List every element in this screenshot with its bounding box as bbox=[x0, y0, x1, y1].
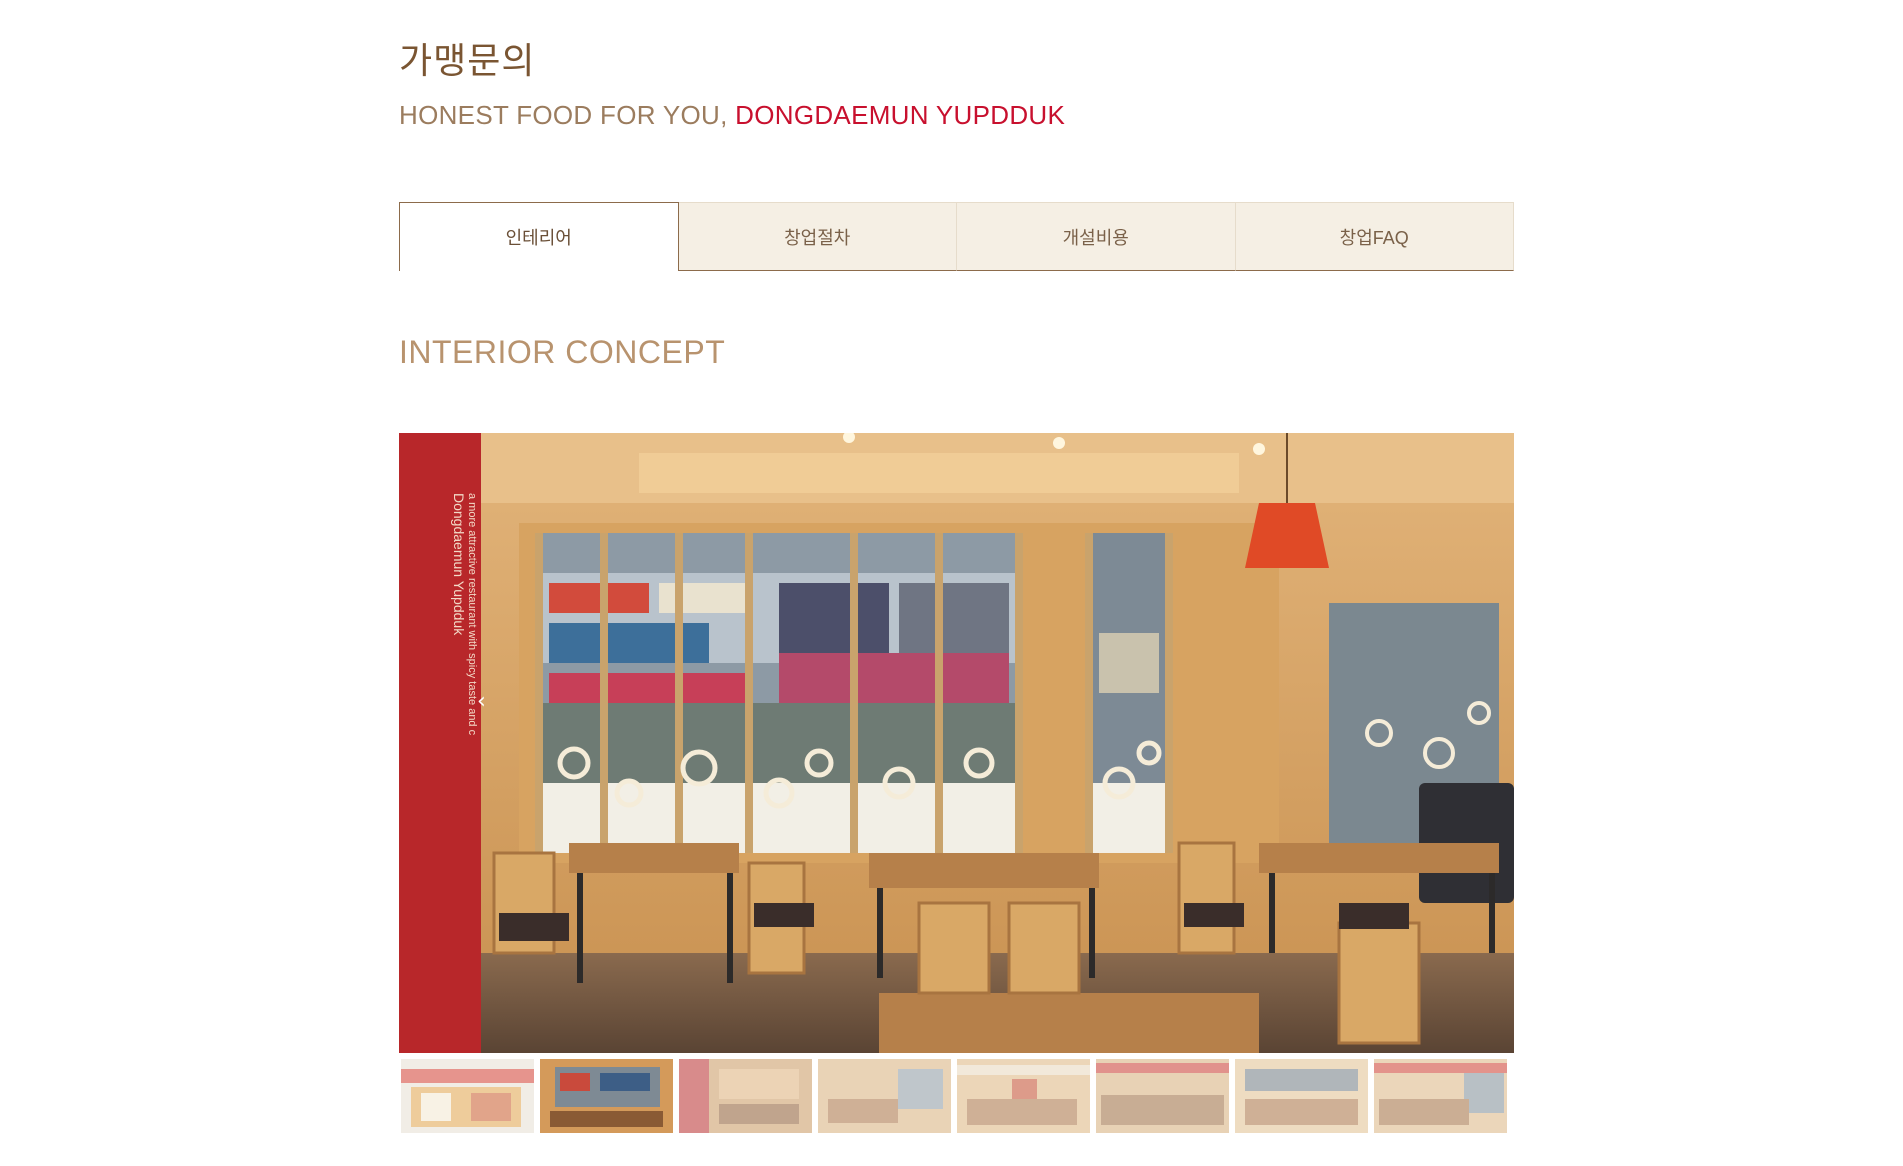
gallery-thumbnails bbox=[401, 1059, 1514, 1133]
gallery-thumbnail[interactable] bbox=[1096, 1059, 1229, 1133]
page-title: 가맹문의 bbox=[399, 40, 536, 81]
chevron-left-icon[interactable]: ‹ bbox=[477, 689, 486, 714]
tagline-brand: DONGDAEMUN YUPDDUK bbox=[735, 100, 1066, 130]
tab-interior[interactable]: 인테리어 bbox=[399, 202, 679, 271]
restaurant-interior-photo: Dongdaemun Yupdduk a more attractive res… bbox=[399, 433, 1514, 1053]
tab-opening-cost[interactable]: 개설비용 bbox=[957, 202, 1236, 271]
pendant-lamp bbox=[1245, 503, 1329, 568]
gallery-thumbnail[interactable] bbox=[818, 1059, 951, 1133]
tab-startup-faq[interactable]: 창업FAQ bbox=[1235, 202, 1514, 271]
franchise-tabs: 인테리어 창업절차 개설비용 창업FAQ bbox=[399, 202, 1514, 271]
tagline-prefix: HONEST FOOD FOR YOU, bbox=[399, 100, 736, 130]
page-tagline: HONEST FOOD FOR YOU, DONGDAEMUN YUPDDUK bbox=[399, 100, 1065, 131]
gallery-thumbnail-selected[interactable] bbox=[540, 1059, 673, 1133]
gallery-thumbnail[interactable] bbox=[1235, 1059, 1368, 1133]
gallery-thumbnail[interactable] bbox=[957, 1059, 1090, 1133]
gallery-main-photo: Dongdaemun Yupdduk a more attractive res… bbox=[399, 433, 1514, 1053]
section-title: INTERIOR CONCEPT bbox=[399, 334, 726, 370]
banner-text-line1: Dongdaemun Yupdduk bbox=[451, 493, 467, 636]
gallery-thumbnail[interactable] bbox=[401, 1059, 534, 1133]
gallery-thumbnail[interactable] bbox=[1374, 1059, 1507, 1133]
tab-startup-process[interactable]: 창업절차 bbox=[678, 202, 957, 271]
gallery-thumbnail[interactable] bbox=[679, 1059, 812, 1133]
